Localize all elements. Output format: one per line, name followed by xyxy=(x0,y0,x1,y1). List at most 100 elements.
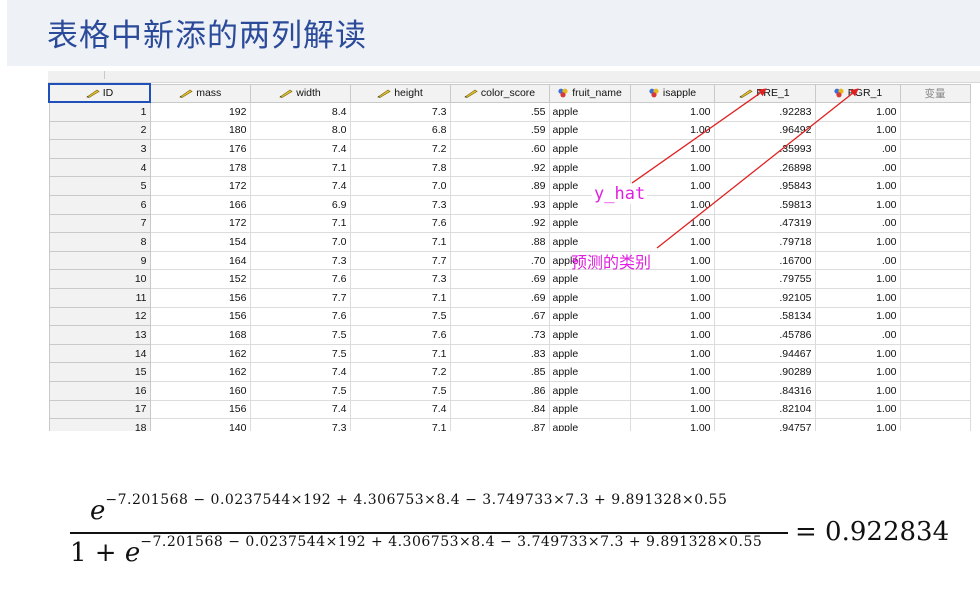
empty-cell[interactable] xyxy=(899,120,971,141)
data-cell[interactable]: 164 xyxy=(149,250,251,271)
data-cell[interactable]: .69 xyxy=(449,287,550,308)
data-cell[interactable]: 168 xyxy=(149,325,251,345)
row-number[interactable]: 11 xyxy=(48,287,151,308)
row-number[interactable]: 5 xyxy=(48,176,151,196)
column-header-height[interactable]: height xyxy=(349,83,451,103)
data-cell[interactable]: 8.0 xyxy=(249,120,351,141)
row-number[interactable]: 16 xyxy=(48,380,151,401)
empty-cell[interactable] xyxy=(899,250,971,271)
data-cell[interactable]: .79718 xyxy=(713,232,816,252)
data-cell[interactable]: .94467 xyxy=(713,343,816,364)
data-cell[interactable]: 1.00 xyxy=(814,343,901,364)
table-row[interactable]: 4 178 7.1 7.8.92 apple 1.00.26898.00 xyxy=(48,157,971,178)
data-cell[interactable]: 1.00 xyxy=(814,306,901,327)
table-row[interactable]: 7 172 7.1 7.6.92 apple 1.00.47319.00 xyxy=(48,213,971,234)
data-cell[interactable]: apple xyxy=(548,287,631,308)
data-cell[interactable]: .55 xyxy=(449,101,550,122)
row-number[interactable]: 14 xyxy=(48,343,151,364)
empty-cell[interactable] xyxy=(899,380,971,401)
column-header-color-score[interactable]: color_score xyxy=(449,83,550,103)
data-cell[interactable]: apple xyxy=(548,418,631,431)
empty-cell[interactable] xyxy=(899,325,971,345)
data-cell[interactable]: .69 xyxy=(449,269,550,289)
data-cell[interactable]: 7.5 xyxy=(249,325,351,345)
data-cell[interactable]: .00 xyxy=(814,157,901,178)
empty-cell[interactable] xyxy=(899,101,971,122)
empty-cell[interactable] xyxy=(899,213,971,234)
data-cell[interactable]: apple xyxy=(548,157,631,178)
data-cell[interactable]: 1.00 xyxy=(629,399,715,420)
data-cell[interactable]: .79755 xyxy=(713,269,816,289)
column-header-pgr-1[interactable]: PGR_1 xyxy=(814,83,901,103)
row-number[interactable]: 9 xyxy=(48,250,151,271)
data-cell[interactable]: .92283 xyxy=(713,101,816,122)
row-number[interactable]: 18 xyxy=(48,418,151,431)
empty-cell[interactable] xyxy=(899,269,971,289)
data-cell[interactable]: 7.1 xyxy=(249,213,351,234)
data-cell[interactable]: .58134 xyxy=(713,306,816,327)
data-cell[interactable]: 8.4 xyxy=(249,101,351,122)
row-number[interactable]: 13 xyxy=(48,325,151,345)
data-cell[interactable]: 1.00 xyxy=(814,418,901,431)
table-row[interactable]: 8 154 7.0 7.1.88 apple 1.00.79718 1.00 xyxy=(48,232,971,252)
empty-cell[interactable] xyxy=(899,287,971,308)
data-cell[interactable]: 7.2 xyxy=(349,139,451,159)
data-cell[interactable]: .00 xyxy=(814,139,901,159)
data-cell[interactable]: 7.0 xyxy=(349,176,451,196)
data-cell[interactable]: 162 xyxy=(149,362,251,382)
data-cell[interactable]: .92 xyxy=(449,213,550,234)
data-cell[interactable]: 7.4 xyxy=(249,139,351,159)
table-row[interactable]: 15 162 7.4 7.2.85 apple 1.00.90289 1.00 xyxy=(48,362,971,382)
data-cell[interactable]: 1.00 xyxy=(629,120,715,141)
data-cell[interactable]: .84 xyxy=(449,399,550,420)
row-number[interactable]: 8 xyxy=(48,232,151,252)
data-cell[interactable]: .00 xyxy=(814,250,901,271)
data-cell[interactable]: 7.3 xyxy=(349,101,451,122)
data-cell[interactable]: .70 xyxy=(449,250,550,271)
table-row[interactable]: 9 164 7.3 7.7.70 apple 1.00.16700.00 xyxy=(48,250,971,271)
column-header-pre-1[interactable]: PRE_1 xyxy=(713,83,816,103)
data-cell[interactable]: 180 xyxy=(149,120,251,141)
data-cell[interactable]: 1.00 xyxy=(629,418,715,431)
data-cell[interactable]: .94757 xyxy=(713,418,816,431)
data-cell[interactable]: 1.00 xyxy=(814,176,901,196)
data-cell[interactable]: .67 xyxy=(449,306,550,327)
data-cell[interactable]: 1.00 xyxy=(814,380,901,401)
data-cell[interactable]: 1.00 xyxy=(814,269,901,289)
data-cell[interactable]: .89 xyxy=(449,176,550,196)
table-row[interactable]: 13 168 7.5 7.6.73 apple 1.00.45786.00 xyxy=(48,325,971,345)
data-cell[interactable]: .59 xyxy=(449,120,550,141)
data-cell[interactable]: .88 xyxy=(449,232,550,252)
empty-cell[interactable] xyxy=(899,362,971,382)
column-header-isapple[interactable]: isapple xyxy=(629,83,715,103)
data-cell[interactable]: apple xyxy=(548,306,631,327)
data-cell[interactable]: apple xyxy=(548,380,631,401)
row-number[interactable]: 1 xyxy=(48,101,151,122)
table-row[interactable]: 3 176 7.4 7.2.60 apple 1.00.35993.00 xyxy=(48,139,971,159)
cell-reference-box[interactable] xyxy=(48,71,105,79)
data-cell[interactable]: .16700 xyxy=(713,250,816,271)
data-cell[interactable]: 7.7 xyxy=(349,250,451,271)
data-cell[interactable]: apple xyxy=(548,325,631,345)
column-header-mass[interactable]: mass xyxy=(149,83,251,103)
data-cell[interactable]: 7.4 xyxy=(249,362,351,382)
column-header-id[interactable]: ID xyxy=(48,83,151,103)
data-cell[interactable]: 1.00 xyxy=(814,362,901,382)
data-cell[interactable]: 6.9 xyxy=(249,194,351,215)
data-cell[interactable]: apple xyxy=(548,213,631,234)
row-number[interactable]: 6 xyxy=(48,194,151,215)
empty-cell[interactable] xyxy=(899,139,971,159)
data-cell[interactable]: 7.6 xyxy=(249,269,351,289)
data-cell[interactable]: 1.00 xyxy=(814,232,901,252)
data-cell[interactable]: apple xyxy=(548,343,631,364)
data-cell[interactable]: 156 xyxy=(149,399,251,420)
table-row[interactable]: 6 166 6.9 7.3.93 apple 1.00.59813 1.00 xyxy=(48,194,971,215)
data-cell[interactable]: 1.00 xyxy=(814,194,901,215)
data-cell[interactable]: 1.00 xyxy=(629,343,715,364)
data-cell[interactable]: .87 xyxy=(449,418,550,431)
data-cell[interactable]: 7.0 xyxy=(249,232,351,252)
data-cell[interactable]: .90289 xyxy=(713,362,816,382)
data-cell[interactable]: 7.2 xyxy=(349,362,451,382)
data-cell[interactable]: .35993 xyxy=(713,139,816,159)
data-cell[interactable]: .00 xyxy=(814,325,901,345)
